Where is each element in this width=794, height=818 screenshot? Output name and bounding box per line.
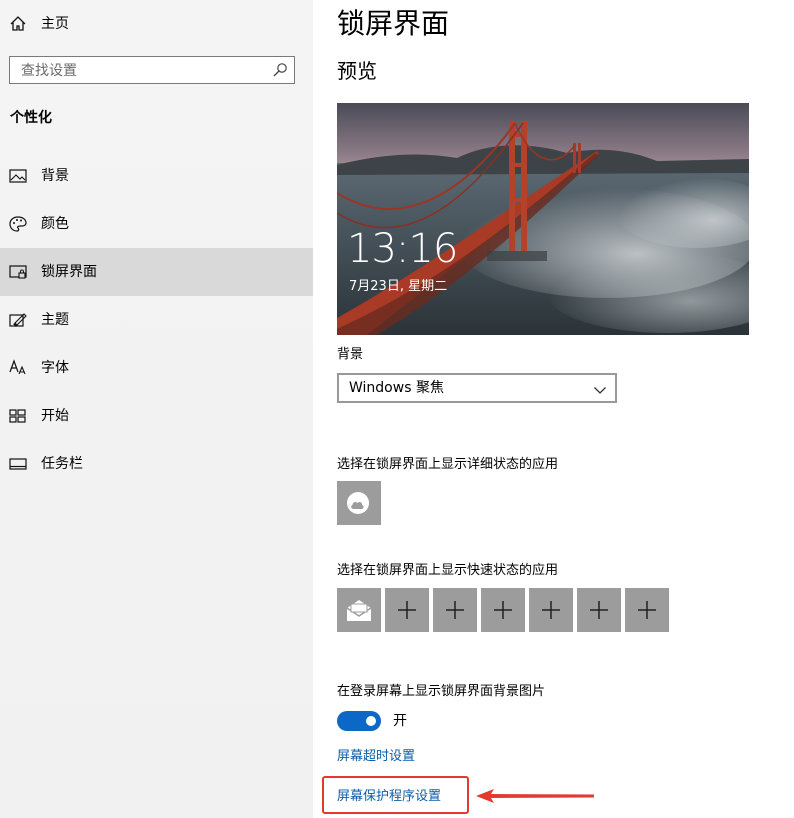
signin-background-label: 在登录屏幕上显示锁屏界面背景图片: [337, 684, 546, 699]
quick-status-add-button[interactable]: [433, 588, 477, 632]
sidebar-item-lock-screen[interactable]: 锁屏界面: [0, 248, 313, 296]
lock-screen-icon: [8, 262, 28, 282]
background-dropdown[interactable]: Windows 聚焦: [337, 373, 617, 403]
background-dropdown-value: Windows 聚焦: [349, 380, 444, 396]
font-icon: [8, 358, 28, 378]
plus-icon: [590, 601, 608, 619]
annotation-highlight-box: [322, 776, 469, 814]
sidebar-item-label: 颜色: [41, 216, 69, 232]
preview-heading: 预览: [337, 59, 377, 83]
sidebar-item-label: 主题: [41, 312, 69, 328]
plus-icon: [398, 601, 416, 619]
sidebar-item-label: 锁屏界面: [41, 264, 97, 280]
sidebar-item-themes[interactable]: 主题: [0, 296, 313, 344]
background-label: 背景: [337, 347, 364, 362]
toggle-state-label: 开: [393, 713, 407, 729]
palette-icon: [8, 214, 28, 234]
quick-status-add-button[interactable]: [481, 588, 525, 632]
chevron-down-icon: [593, 382, 607, 396]
quick-status-add-button[interactable]: [577, 588, 621, 632]
sidebar-item-label: 背景: [41, 168, 69, 184]
quick-status-add-button[interactable]: [529, 588, 573, 632]
quick-status-add-button[interactable]: [385, 588, 429, 632]
quick-status-mail-button[interactable]: [337, 588, 381, 632]
search-input[interactable]: 查找设置: [9, 56, 295, 84]
search-placeholder: 查找设置: [21, 63, 77, 79]
start-grid-icon: [8, 406, 28, 426]
plus-icon: [638, 601, 656, 619]
plus-icon: [446, 601, 464, 619]
lock-screen-preview: 13:16 7月23日, 星期二: [337, 103, 749, 335]
sidebar-item-fonts[interactable]: 字体: [0, 344, 313, 392]
picture-icon: [8, 166, 28, 186]
search-icon[interactable]: [272, 62, 288, 78]
detailed-status-label: 选择在锁屏界面上显示详细状态的应用: [337, 457, 559, 472]
home-nav-item[interactable]: 主页: [0, 0, 313, 48]
home-icon: [8, 14, 28, 34]
theme-brush-icon: [8, 310, 28, 330]
signin-background-toggle[interactable]: [337, 711, 381, 731]
main-content: 锁屏界面 预览 13:16 7月23日, 星期二 背景 Windows 聚焦 选…: [313, 0, 794, 818]
sidebar: 主页 查找设置 个性化 背景 颜色 锁屏界面 主题 字体 开始 任务栏: [0, 0, 313, 818]
sidebar-item-start[interactable]: 开始: [0, 392, 313, 440]
sidebar-item-label: 任务栏: [41, 456, 83, 472]
home-label: 主页: [41, 16, 69, 32]
plus-icon: [494, 601, 512, 619]
sidebar-item-label: 字体: [41, 360, 69, 376]
preview-image: [337, 103, 749, 335]
page-title: 锁屏界面: [337, 7, 450, 40]
taskbar-icon: [8, 454, 28, 474]
screen-timeout-link[interactable]: 屏幕超时设置: [337, 748, 415, 766]
sidebar-item-background[interactable]: 背景: [0, 152, 313, 200]
sidebar-item-colors[interactable]: 颜色: [0, 200, 313, 248]
section-title: 个性化: [10, 110, 52, 126]
preview-date: 7月23日, 星期二: [349, 279, 448, 294]
weather-app-icon: [347, 492, 369, 514]
mail-icon: [346, 600, 372, 621]
quick-status-add-button[interactable]: [625, 588, 669, 632]
preview-time: 13:16: [347, 226, 458, 272]
detailed-status-app-button[interactable]: [337, 481, 381, 525]
toggle-knob: [366, 716, 376, 726]
quick-status-label: 选择在锁屏界面上显示快速状态的应用: [337, 563, 559, 578]
sidebar-item-label: 开始: [41, 408, 69, 424]
annotation-arrow: [476, 789, 594, 803]
plus-icon: [542, 601, 560, 619]
sidebar-item-taskbar[interactable]: 任务栏: [0, 440, 313, 488]
